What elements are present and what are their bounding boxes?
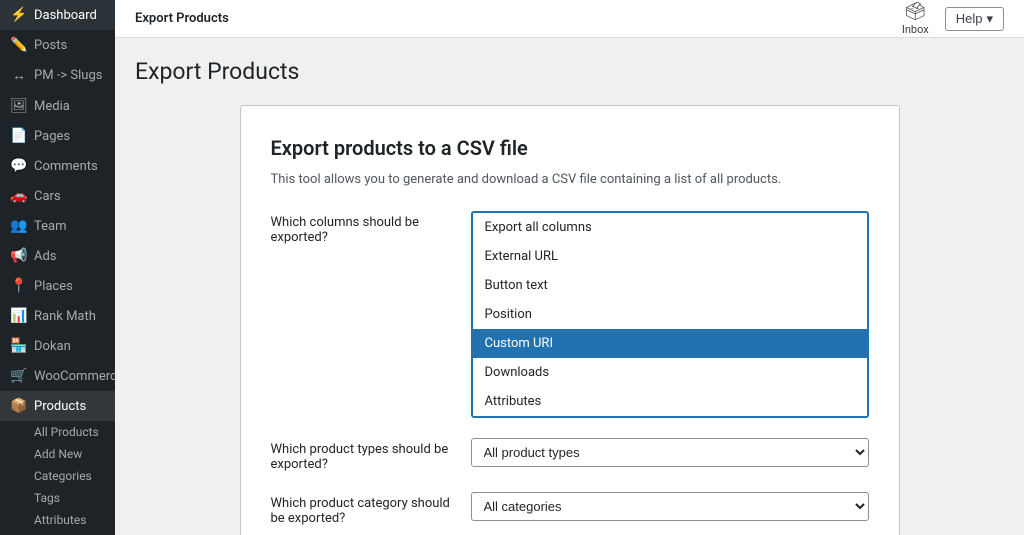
help-label: Help (956, 11, 983, 26)
sidebar-item-label: Rank Math (34, 309, 96, 324)
option-button-text[interactable]: Button text (473, 271, 867, 300)
sidebar-item-label: Dokan (34, 339, 71, 354)
sidebar-item-label: Products (34, 399, 86, 414)
product-types-label: Which product types should be exported? (271, 438, 451, 472)
sidebar-item-media[interactable]: 🖼 Media (0, 91, 115, 121)
cars-icon: 🚗 (10, 188, 28, 204)
sidebar-sub-attributes[interactable]: Attributes (0, 509, 115, 531)
category-select[interactable]: All categories (471, 492, 869, 521)
sidebar-item-label: PM -> Slugs (34, 68, 102, 83)
topbar-right: 🗳 Inbox Help ▾ (902, 1, 1004, 36)
inbox-button[interactable]: 🗳 Inbox (902, 1, 929, 36)
sidebar-item-rank-math[interactable]: 📊 Rank Math (0, 301, 115, 331)
sidebar-sub-tags[interactable]: Tags (0, 487, 115, 509)
option-position[interactable]: Position (473, 300, 867, 329)
inbox-label: Inbox (902, 23, 929, 36)
option-external-url[interactable]: External URL (473, 242, 867, 271)
sidebar-sub-categories[interactable]: Categories (0, 465, 115, 487)
columns-dropdown[interactable]: Export all columns External URL Button t… (471, 211, 869, 418)
card-title: Export products to a CSV file (271, 136, 869, 160)
sidebar-item-label: Comments (34, 159, 98, 174)
topbar: Export Products 🗳 Inbox Help ▾ (115, 0, 1024, 38)
option-downloads[interactable]: Downloads (473, 358, 867, 387)
page-content: Export Products Export products to a CSV… (115, 38, 1024, 535)
places-icon: 📍 (10, 278, 28, 294)
ads-icon: 📢 (10, 248, 28, 264)
sidebar-item-ads[interactable]: 📢 Ads (0, 241, 115, 271)
product-types-row: Which product types should be exported? … (271, 438, 869, 472)
product-types-select[interactable]: All product types Simple product Variabl… (471, 438, 869, 467)
sidebar-item-products[interactable]: 📦 Products (0, 391, 115, 421)
option-custom-uri[interactable]: Custom URI (473, 329, 867, 358)
sidebar-item-pm-slugs[interactable]: ↔ PM -> Slugs (0, 60, 115, 91)
sidebar-item-cars[interactable]: 🚗 Cars (0, 181, 115, 211)
topbar-title: Export Products (135, 11, 229, 26)
sidebar: ⚡ Dashboard ✏️ Posts ↔ PM -> Slugs 🖼 Med… (0, 0, 115, 535)
sidebar-item-label: Pages (34, 129, 70, 144)
sidebar-item-posts[interactable]: ✏️ Posts (0, 30, 115, 60)
posts-icon: ✏️ (10, 37, 28, 53)
card-description: This tool allows you to generate and dow… (271, 172, 869, 187)
sidebar-item-dokan[interactable]: 🏪 Dokan (0, 331, 115, 361)
category-row: Which product category should be exporte… (271, 492, 869, 526)
sidebar-item-dashboard[interactable]: ⚡ Dashboard (0, 0, 115, 30)
sidebar-item-label: Cars (34, 189, 61, 204)
rank-math-icon: 📊 (10, 308, 28, 324)
sidebar-item-label: Ads (34, 249, 57, 264)
sidebar-item-pages[interactable]: 📄 Pages (0, 121, 115, 151)
category-control: All categories (471, 492, 869, 521)
option-export-all-columns[interactable]: Export all columns (473, 213, 867, 242)
sidebar-item-label: Places (34, 279, 73, 294)
help-button[interactable]: Help ▾ (945, 7, 1004, 31)
pm-slugs-icon: ↔ (10, 67, 28, 84)
page-title: Export Products (135, 58, 1004, 85)
comments-icon: 💬 (10, 158, 28, 174)
woocommerce-icon: 🛒 (10, 368, 28, 384)
products-icon: 📦 (10, 398, 28, 414)
dashboard-icon: ⚡ (10, 7, 28, 23)
category-label: Which product category should be exporte… (271, 492, 451, 526)
columns-label: Which columns should be exported? (271, 211, 451, 245)
option-attributes[interactable]: Attributes (473, 387, 867, 416)
product-types-control: All product types Simple product Variabl… (471, 438, 869, 467)
columns-control: Export all columns External URL Button t… (471, 211, 869, 418)
sidebar-sub-add-new[interactable]: Add New (0, 443, 115, 465)
media-icon: 🖼 (10, 98, 28, 114)
sidebar-item-comments[interactable]: 💬 Comments (0, 151, 115, 181)
pages-icon: 📄 (10, 128, 28, 144)
sidebar-sub-all-products[interactable]: All Products (0, 421, 115, 443)
columns-row: Which columns should be exported? Export… (271, 211, 869, 418)
main-content: Export Products 🗳 Inbox Help ▾ Export Pr… (115, 0, 1024, 535)
chevron-down-icon: ▾ (986, 11, 993, 27)
inbox-icon: 🗳 (904, 1, 927, 22)
export-card: Export products to a CSV file This tool … (240, 105, 900, 535)
sidebar-item-places[interactable]: 📍 Places (0, 271, 115, 301)
sidebar-item-label: WooCommerce (34, 369, 115, 384)
sidebar-item-label: Media (34, 99, 70, 114)
sidebar-item-team[interactable]: 👥 Team (0, 211, 115, 241)
team-icon: 👥 (10, 218, 28, 234)
dokan-icon: 🏪 (10, 338, 28, 354)
sidebar-item-geodirectory[interactable]: 🌍 GeoDirectory (0, 531, 115, 535)
sidebar-item-label: Posts (34, 38, 67, 53)
sidebar-item-woocommerce[interactable]: 🛒 WooCommerce (0, 361, 115, 391)
sidebar-item-label: Team (34, 219, 67, 234)
sidebar-item-label: Dashboard (34, 8, 97, 23)
